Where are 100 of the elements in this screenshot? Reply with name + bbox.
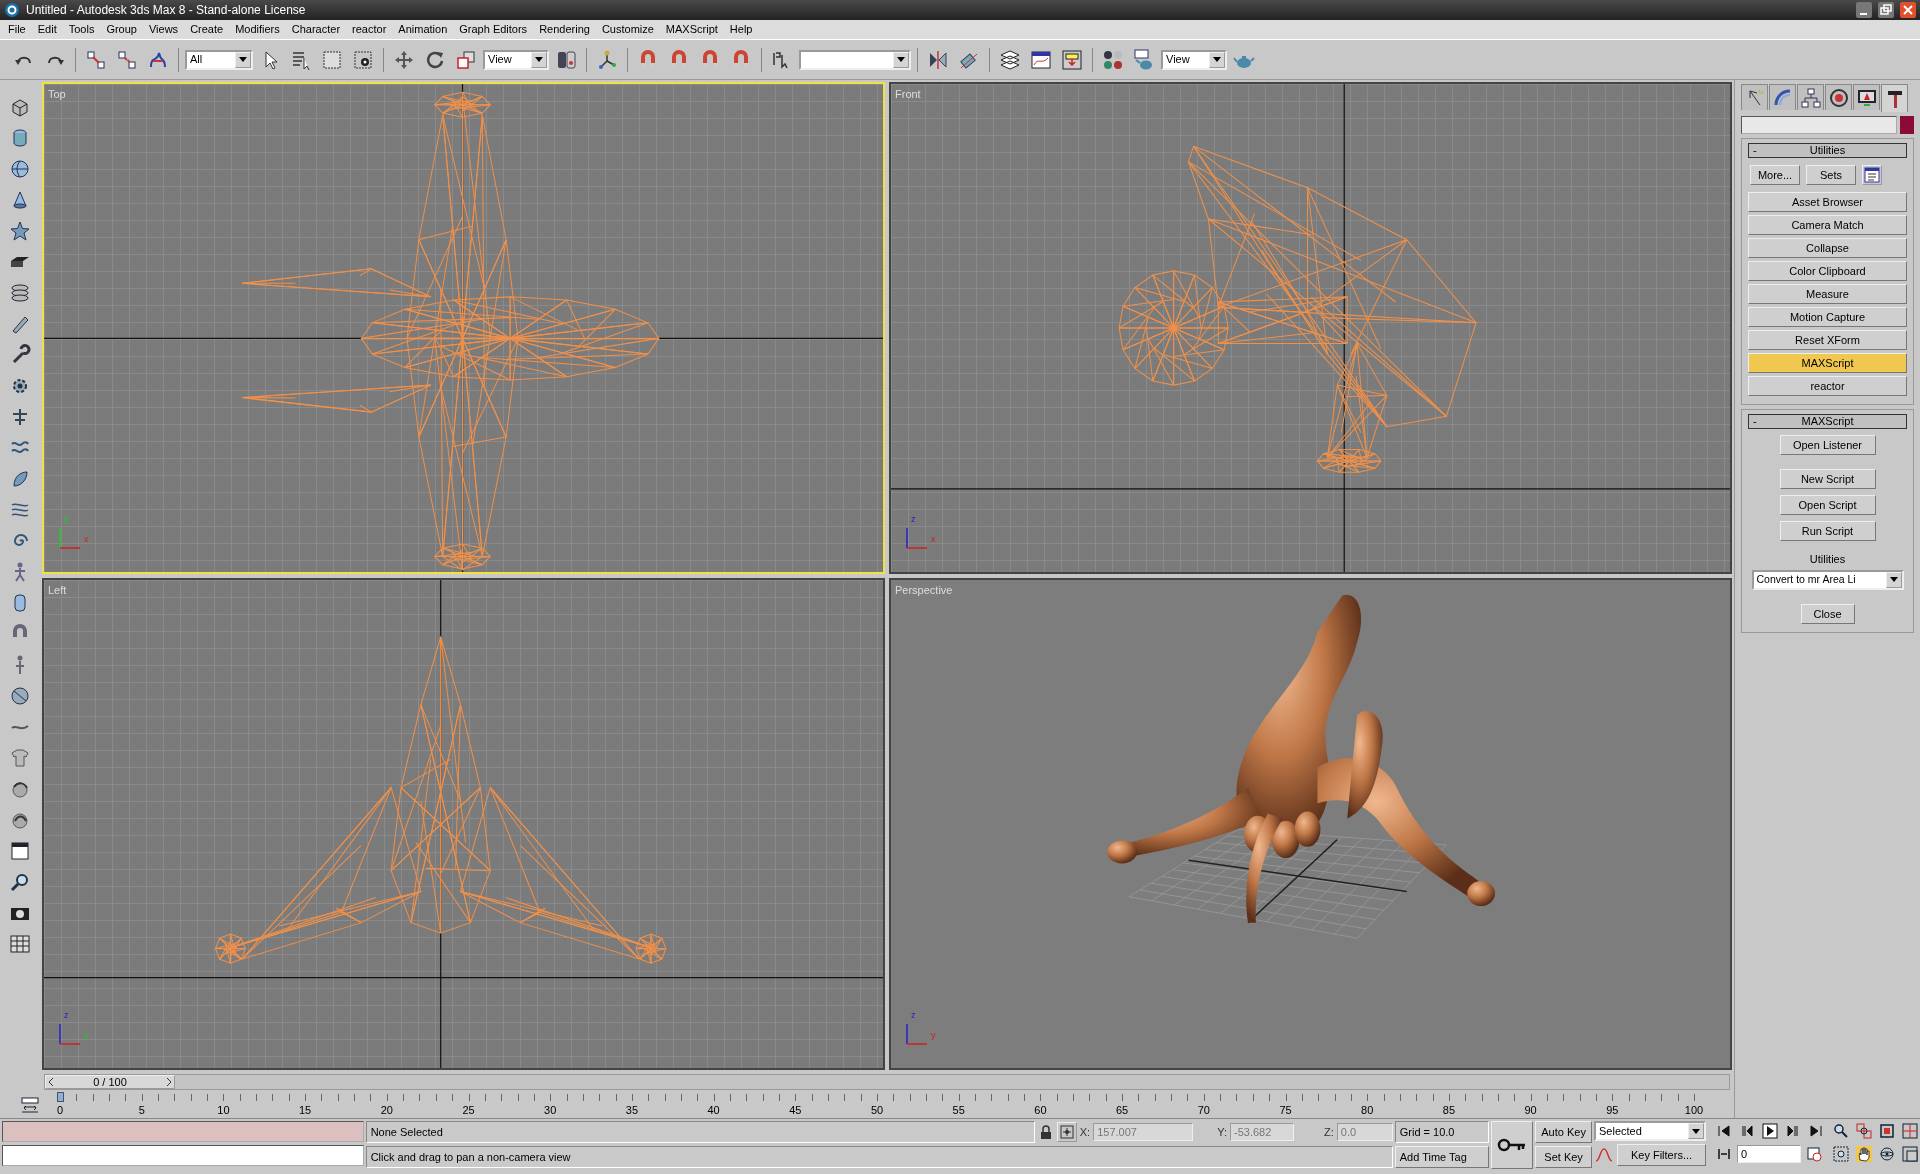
utility-button[interactable]: Measure [1748, 284, 1907, 304]
frame-number: 0 [56, 1103, 64, 1118]
arc-icon[interactable] [1769, 84, 1796, 110]
frame-number: 75 [1279, 1103, 1292, 1118]
menu-item[interactable]: Views [142, 21, 185, 38]
utility-button[interactable]: Asset Browser [1748, 192, 1907, 212]
utility-button[interactable]: Motion Capture [1748, 307, 1907, 327]
frame-number: 25 [462, 1103, 475, 1118]
zoom-extents-icon[interactable] [1877, 1121, 1897, 1141]
frame-number: 55 [952, 1103, 965, 1118]
frame-number: 100 [1684, 1103, 1704, 1118]
frame-number: 5 [138, 1103, 145, 1118]
configure-sets-icon[interactable] [1862, 165, 1882, 185]
track-bar-icon[interactable] [20, 1096, 40, 1114]
sets-button[interactable]: Sets [1806, 165, 1856, 185]
utility-button[interactable]: Reset XForm [1748, 330, 1907, 350]
listener-output-field[interactable] [2, 1121, 364, 1142]
script-button[interactable]: Run Script [1779, 521, 1876, 541]
axis-tripod-icon [58, 526, 82, 550]
menu-item[interactable]: Animation [392, 21, 454, 38]
axis-label: x [84, 532, 89, 546]
caret-icon[interactable] [535, 57, 543, 62]
caret-icon[interactable] [239, 57, 247, 62]
color-swatch[interactable] [1900, 116, 1914, 134]
render-type-dropdown[interactable]: View [1161, 49, 1227, 70]
name-field[interactable] [1741, 116, 1897, 134]
frame-number: 90 [1524, 1103, 1537, 1118]
menu-item[interactable]: File [2, 21, 32, 38]
utility-button[interactable]: Camera Match [1748, 215, 1907, 235]
caret-icon[interactable] [1889, 577, 1898, 582]
region-zoom-icon[interactable] [1831, 1144, 1851, 1164]
coordinate-system-dropdown[interactable]: View [483, 49, 549, 70]
axis-label: y [64, 512, 69, 526]
axis-label: x [931, 532, 936, 546]
menu-item[interactable]: Customize [595, 21, 660, 38]
menu-item[interactable]: Tools [62, 21, 101, 38]
orbit-icon[interactable] [1877, 1144, 1897, 1164]
time-configuration-icon[interactable] [1804, 1144, 1824, 1164]
axis-label: Z: [1324, 1124, 1334, 1140]
maximize-viewport-icon[interactable] [1900, 1144, 1920, 1164]
set-key-button[interactable]: Set Key [1535, 1146, 1592, 1168]
script-button[interactable]: Open Script [1779, 495, 1876, 515]
close-button[interactable]: Close [1800, 603, 1855, 624]
zoom-all-icon[interactable] [1854, 1121, 1874, 1141]
wheel-icon[interactable] [1825, 84, 1852, 110]
add-time-tag-button[interactable]: Add Time Tag [1394, 1146, 1490, 1168]
menu-item[interactable]: Character [285, 21, 347, 38]
close-icon[interactable] [1900, 2, 1916, 18]
more-button[interactable]: More... [1750, 165, 1800, 185]
frame-number: 15 [298, 1103, 312, 1118]
frame-number: 95 [1606, 1103, 1619, 1118]
utility-button[interactable]: Color Clipboard [1748, 261, 1907, 281]
absolute-mode-icon[interactable] [1056, 1122, 1077, 1142]
current-frame-field[interactable]: 0 [1737, 1145, 1801, 1163]
app-icon[interactable] [4, 2, 20, 18]
rollout-header[interactable]: - MAXScript [1748, 414, 1907, 429]
utilities-dropdown[interactable]: Convert to mr Area Li [1751, 569, 1904, 590]
hammer-icon[interactable] [1881, 84, 1908, 112]
function-curve-icon[interactable] [1594, 1146, 1614, 1164]
menu-item[interactable]: Rendering [533, 21, 596, 38]
script-button[interactable]: Open Listener [1779, 435, 1876, 455]
utility-button[interactable]: reactor [1748, 376, 1907, 396]
axis-tripod-icon [58, 1022, 82, 1046]
axis-label: z [911, 512, 916, 526]
caret-icon[interactable] [897, 57, 905, 62]
axis-tripod-icon [905, 1022, 929, 1046]
caret-icon[interactable] [1692, 1128, 1700, 1134]
axis-label: Y: [1217, 1124, 1227, 1140]
caret-icon[interactable] [1213, 57, 1221, 62]
utility-button[interactable]: Collapse [1748, 238, 1907, 258]
menu-item[interactable]: Edit [31, 21, 63, 38]
utility-button[interactable]: MAXScript [1748, 353, 1907, 373]
grid-size-text: Grid = 10.0 [1394, 1121, 1490, 1143]
restore-icon[interactable] [1878, 2, 1894, 18]
minimize-icon[interactable] [1856, 2, 1872, 18]
pan-hand-icon[interactable] [1854, 1144, 1874, 1164]
key-filters-button[interactable]: Key Filters... [1617, 1144, 1706, 1166]
rollout-header[interactable]: - Utilities [1748, 143, 1907, 158]
menu-item[interactable]: Create [184, 21, 230, 38]
play-icon[interactable] [1760, 1121, 1780, 1141]
zoom-extents-all-icon[interactable] [1900, 1121, 1920, 1141]
frame-number: 85 [1442, 1103, 1455, 1118]
key-icon[interactable] [1491, 1121, 1534, 1169]
menu-item[interactable]: Group [100, 21, 143, 38]
listener-input-field[interactable] [2, 1145, 364, 1166]
auto-key-button[interactable]: Auto Key [1535, 1121, 1592, 1143]
selection-filter-dropdown[interactable]: All [185, 49, 253, 70]
frame-number: 60 [1034, 1103, 1047, 1118]
key-mode-dropdown[interactable]: Selected [1594, 1121, 1706, 1141]
window-title: Untitled - Autodesk 3ds Max 8 - Stand-alone License [26, 2, 306, 19]
monitor-icon[interactable] [1853, 84, 1880, 110]
menu-item[interactable]: Graph Editors [453, 21, 534, 38]
menu-item[interactable]: reactor [346, 21, 393, 38]
frame-marker[interactable] [57, 1092, 64, 1102]
frame-number: 20 [380, 1103, 393, 1118]
menu-item[interactable]: Modifiers [229, 21, 286, 38]
hierarchy-icon[interactable] [1797, 84, 1824, 110]
menu-item[interactable]: Help [723, 21, 759, 38]
script-button[interactable]: New Script [1779, 469, 1876, 489]
menu-item[interactable]: MAXScript [659, 21, 724, 38]
